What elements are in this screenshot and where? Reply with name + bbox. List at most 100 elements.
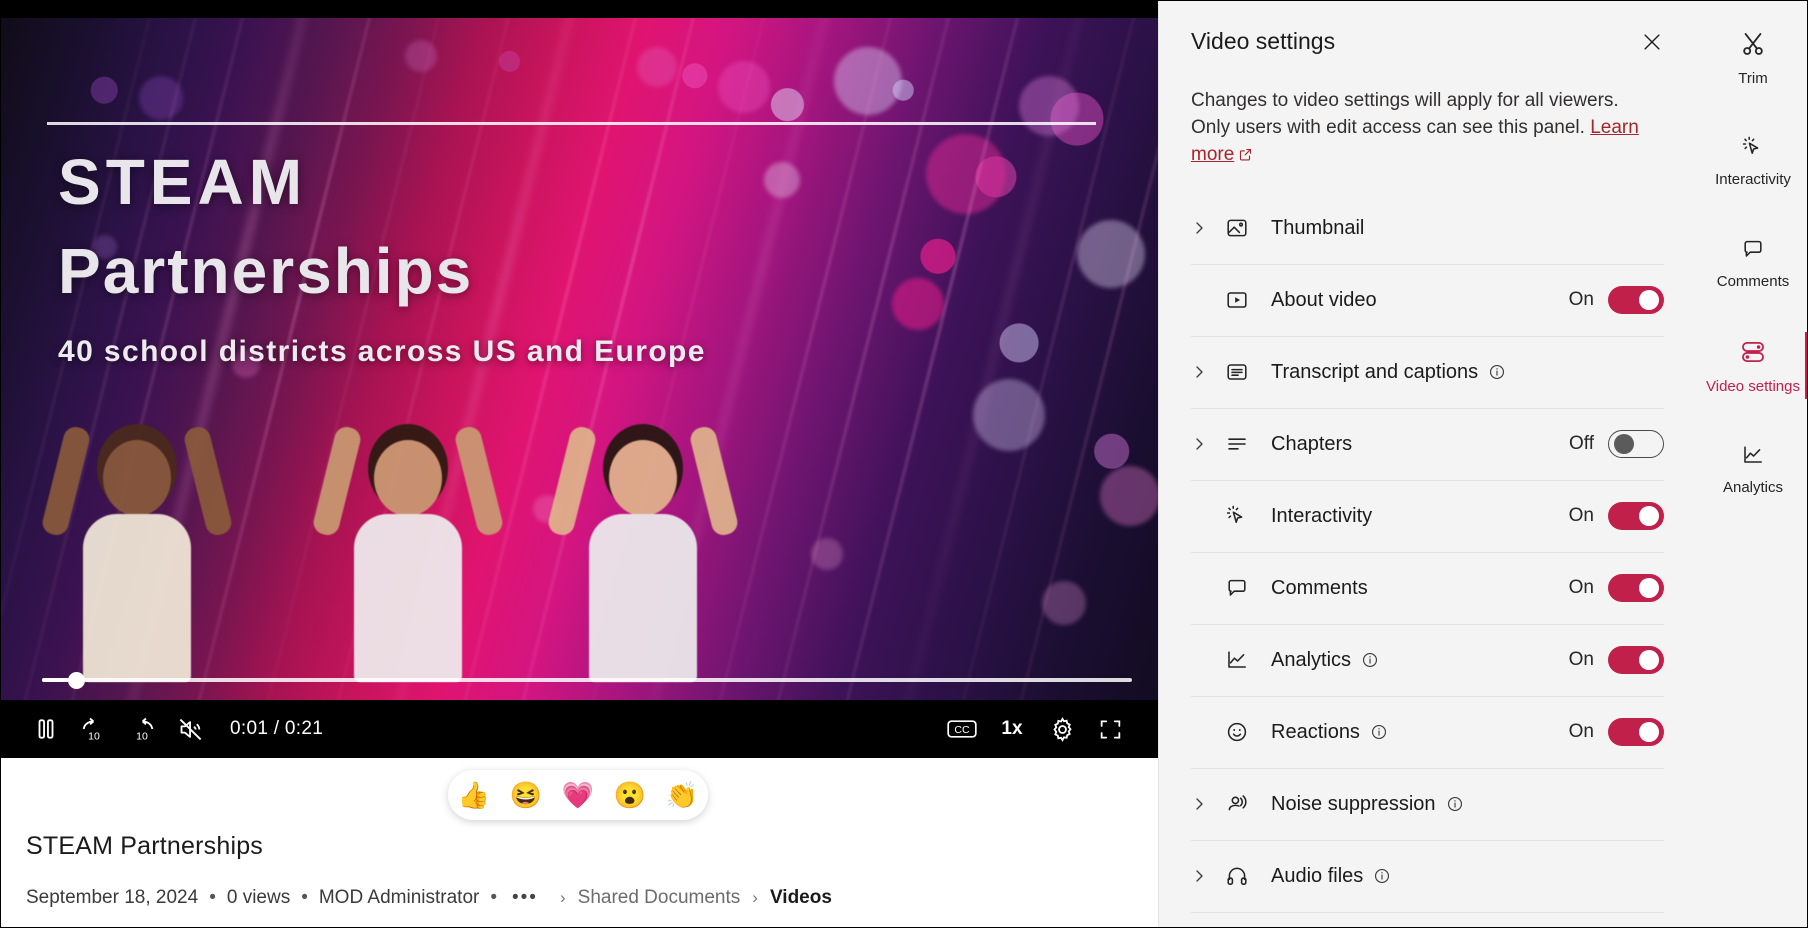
chevron-right-icon[interactable] (1191, 436, 1225, 452)
chevron-right-icon-2: › (752, 888, 758, 907)
info-icon[interactable] (1373, 867, 1391, 885)
settings-row-chapters[interactable]: Chapters Off (1191, 409, 1664, 481)
settings-row-analytics[interactable]: Analytics On (1191, 625, 1664, 697)
settings-row-noise-suppression[interactable]: Noise suppression (1191, 769, 1664, 841)
toggle-switch[interactable] (1608, 718, 1664, 747)
analytics-icon (1741, 443, 1765, 472)
toggle-switch[interactable] (1608, 502, 1664, 531)
toggle-state-label: On (1568, 649, 1594, 671)
seek-track[interactable] (42, 678, 1132, 682)
comment-icon (1741, 237, 1765, 266)
video-date: September 18, 2024 (26, 887, 199, 908)
settings-row-audio-files[interactable]: Audio files (1191, 841, 1664, 913)
settings-row-reactions[interactable]: Reactions On (1191, 697, 1664, 769)
info-icon[interactable] (1488, 363, 1506, 381)
toggle-state-label: On (1568, 289, 1594, 311)
settings-row-label: Noise suppression (1271, 792, 1436, 815)
toggle-state-label: Off (1569, 433, 1594, 455)
gear-icon[interactable] (1038, 705, 1086, 753)
panel-header: Video settings (1159, 0, 1698, 62)
toggles-icon (1739, 338, 1767, 371)
toggle-switch[interactable] (1608, 574, 1664, 603)
pause-icon[interactable] (22, 705, 70, 753)
rail-item-analytics[interactable]: Analytics (1698, 429, 1808, 508)
breadcrumb-videos[interactable]: Videos (770, 887, 832, 909)
rail-item-label: Comments (1716, 272, 1790, 290)
rail-item-label: Trim (1738, 70, 1768, 87)
video-views: 0 views (226, 887, 291, 908)
scissors-icon (1739, 30, 1767, 63)
info-icon[interactable] (1370, 723, 1388, 741)
toggle-knob (1639, 290, 1659, 311)
settings-list: Thumbnail About video On Transcript and cap… (1159, 193, 1698, 913)
toggle-knob (1614, 434, 1634, 455)
settings-row-label: Analytics (1271, 648, 1352, 671)
reaction-heart[interactable]: 💗 (562, 780, 594, 811)
settings-row-label: Thumbnail (1271, 216, 1365, 239)
forward-10-icon[interactable]: 10 (118, 705, 166, 753)
rail-item-trim[interactable]: Trim (1698, 16, 1808, 99)
captions-icon[interactable]: CC (938, 705, 986, 753)
toggle-state-label: On (1568, 505, 1594, 527)
transcript-icon (1225, 360, 1271, 384)
seek-handle[interactable] (68, 672, 85, 689)
seek-bar[interactable] (0, 670, 1158, 690)
overflow-menu-button[interactable]: ••• (512, 887, 538, 909)
image-icon (1225, 216, 1271, 240)
poster-title: STEAM Partnerships (58, 149, 818, 305)
panel-description-text: Changes to video settings will apply for… (1191, 90, 1619, 138)
cursor-click-icon (1225, 504, 1271, 528)
toggle-state-label: On (1568, 721, 1594, 743)
rail-item-comments[interactable]: Comments (1698, 223, 1808, 302)
info-icon[interactable] (1446, 795, 1464, 813)
chevron-right-icon[interactable] (1191, 868, 1225, 884)
chevron-right-icon[interactable] (1191, 796, 1225, 812)
time-display: 0:01 / 0:21 (230, 718, 324, 739)
chevron-right-icon[interactable] (1191, 364, 1225, 380)
reactions-bar[interactable]: 👍 😆 💗 😮 👏 (448, 770, 708, 820)
playback-speed-button[interactable]: 1x (986, 718, 1038, 740)
svg-text:10: 10 (88, 731, 100, 743)
poster-text-block: STEAM Partnerships 40 school districts a… (58, 149, 818, 369)
svg-text:CC: CC (954, 724, 970, 736)
close-icon[interactable] (1632, 22, 1672, 62)
comment-icon (1225, 576, 1271, 600)
meta-separator-3: • (490, 887, 497, 908)
info-icon[interactable] (1361, 651, 1379, 669)
video-player[interactable]: STEAM Partnerships 40 school districts a… (0, 0, 1158, 758)
tool-rail: Trim Interactivity Comments Video settings A… (1698, 0, 1808, 928)
settings-row-label: Audio files (1271, 864, 1364, 887)
toggle-knob (1639, 722, 1659, 743)
settings-row-comments[interactable]: Comments On (1191, 553, 1664, 625)
rail-item-interactivity[interactable]: Interactivity (1698, 121, 1808, 200)
settings-row-transcript-and-captions[interactable]: Transcript and captions (1191, 337, 1664, 409)
player-controls: 10 10 0:01 / 0:21 CC 1x (0, 700, 1158, 758)
analytics-icon (1225, 648, 1271, 672)
meta-separator-2: • (301, 887, 308, 908)
toggle-switch[interactable] (1608, 430, 1664, 459)
video-author: MOD Administrator (318, 887, 480, 908)
settings-row-about-video[interactable]: About video On (1191, 265, 1664, 337)
rail-item-video-settings[interactable]: Video settings (1698, 324, 1808, 407)
mute-icon[interactable] (166, 705, 214, 753)
poster-rule (47, 122, 1096, 125)
settings-row-interactivity[interactable]: Interactivity On (1191, 481, 1664, 553)
toggle-switch[interactable] (1608, 646, 1664, 675)
reaction-applause[interactable]: 👏 (666, 780, 698, 811)
noise-icon (1225, 792, 1271, 816)
reaction-surprised[interactable]: 😮 (614, 780, 646, 811)
rail-item-label: Interactivity (1715, 171, 1791, 189)
breadcrumb-shared-documents[interactable]: Shared Documents (578, 887, 741, 909)
poster-child-1 (40, 382, 234, 682)
settings-row-label: Reactions (1271, 720, 1360, 743)
toggle-switch[interactable] (1608, 286, 1664, 315)
fullscreen-icon[interactable] (1086, 705, 1134, 753)
rail-item-label: Video settings (1706, 377, 1800, 395)
chevron-right-icon-1: › (559, 888, 566, 907)
reaction-thumbs-up[interactable]: 👍 (458, 780, 490, 811)
settings-row-thumbnail[interactable]: Thumbnail (1191, 193, 1664, 265)
rewind-10-icon[interactable]: 10 (70, 705, 118, 753)
reaction-laugh[interactable]: 😆 (510, 780, 542, 811)
chevron-right-icon[interactable] (1191, 220, 1225, 236)
video-column: STEAM Partnerships 40 school districts a… (0, 0, 1158, 928)
